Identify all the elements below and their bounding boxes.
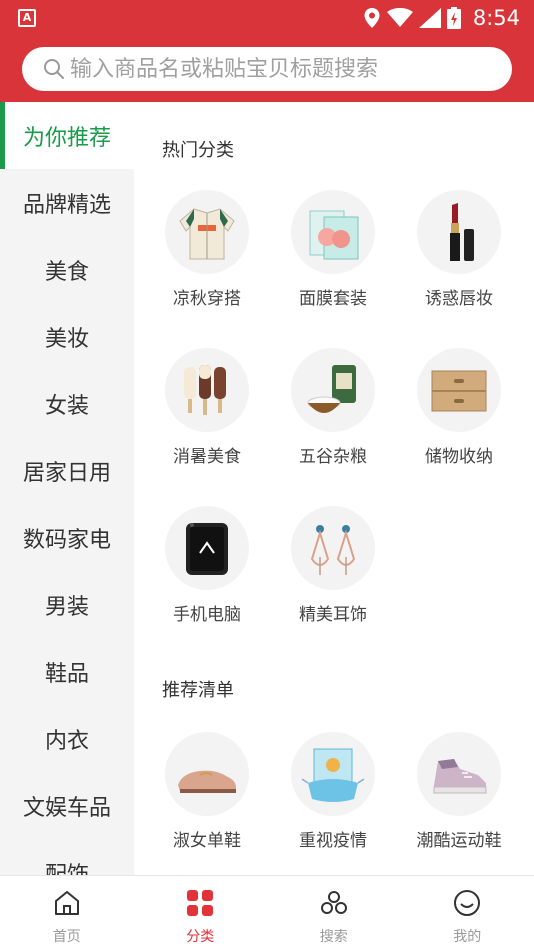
search-input[interactable] xyxy=(70,56,490,82)
sidebar-item-beauty[interactable]: 美妆 xyxy=(0,303,134,370)
tab-label: 我的 xyxy=(453,929,482,945)
profile-smile-icon xyxy=(454,890,481,916)
category-item[interactable]: 储物收纳 xyxy=(396,348,522,467)
category-content: 热门分类 凉秋穿搭 面膜套装 诱惑唇妆 消暑美食 五谷杂粮 储物收纳 手机电脑 … xyxy=(134,102,534,875)
category-item[interactable]: 淑女单鞋 xyxy=(144,732,270,851)
category-label: 诱惑唇妆 xyxy=(425,289,493,309)
sidebar-item-food[interactable]: 美食 xyxy=(0,236,134,303)
tab-search[interactable]: 搜索 xyxy=(267,876,401,950)
category-item[interactable]: 精美耳饰 xyxy=(270,506,396,625)
clock: 8:54 xyxy=(472,6,520,30)
tab-category[interactable]: 分类 xyxy=(134,876,268,950)
section-title-hot: 热门分类 xyxy=(162,140,234,161)
top-header: A 8:54 xyxy=(0,0,534,102)
section-title-recommend: 推荐清单 xyxy=(162,680,234,701)
sidebar-item-label: 品牌精选 xyxy=(22,192,111,218)
wifi-icon xyxy=(386,8,413,27)
category-item[interactable]: 重视疫情 xyxy=(270,732,396,851)
lipstick-icon xyxy=(417,190,501,274)
tab-profile[interactable]: 我的 xyxy=(401,876,534,950)
tab-home[interactable]: 首页 xyxy=(0,876,134,950)
rugged-phone-icon xyxy=(165,506,249,590)
category-grid-icon xyxy=(187,890,214,916)
search-icon xyxy=(44,59,64,79)
medical-mask-icon xyxy=(291,732,375,816)
location-icon xyxy=(364,8,380,28)
sidebar-item-household[interactable]: 居家日用 xyxy=(0,437,134,504)
category-label: 淑女单鞋 xyxy=(173,831,241,851)
sidebar-item-mens[interactable]: 男装 xyxy=(0,571,134,638)
category-item[interactable]: 面膜套装 xyxy=(270,190,396,309)
storage-drawer-icon xyxy=(417,348,501,432)
bottom-tab-bar: 首页 分类 搜索 我的 xyxy=(0,875,534,950)
sidebar-item-label: 女装 xyxy=(44,393,89,419)
category-label: 手机电脑 xyxy=(173,605,241,625)
sidebar-item-label: 男装 xyxy=(44,594,89,620)
category-item[interactable]: 诱惑唇妆 xyxy=(396,190,522,309)
sidebar-item-label: 居家日用 xyxy=(22,460,111,486)
category-label: 面膜套装 xyxy=(299,289,367,309)
sidebar-item-entertainment-auto[interactable]: 文娱车品 xyxy=(0,772,134,839)
rice-bag-icon xyxy=(291,348,375,432)
face-mask-box-icon xyxy=(291,190,375,274)
category-item[interactable]: 潮酷运动鞋 xyxy=(396,732,522,851)
jacket-icon xyxy=(165,190,249,274)
sneaker-icon xyxy=(417,732,501,816)
sidebar-item-label: 鞋品 xyxy=(44,661,89,687)
search-bar[interactable] xyxy=(22,47,512,91)
sidebar-item-underwear[interactable]: 内衣 xyxy=(0,705,134,772)
sidebar-item-label: 文娱车品 xyxy=(22,795,111,821)
category-label: 凉秋穿搭 xyxy=(173,289,241,309)
sidebar-item-brands[interactable]: 品牌精选 xyxy=(0,169,134,236)
tab-label: 首页 xyxy=(52,929,81,945)
category-item[interactable]: 凉秋穿搭 xyxy=(144,190,270,309)
sidebar-item-electronics[interactable]: 数码家电 xyxy=(0,504,134,571)
popsicle-icon xyxy=(165,348,249,432)
status-bar: A 8:54 xyxy=(0,0,534,36)
category-label: 消暑美食 xyxy=(173,447,241,467)
sidebar-item-label: 为你推荐 xyxy=(22,125,111,151)
sidebar-item-label: 数码家电 xyxy=(22,527,111,553)
tab-label: 分类 xyxy=(186,929,215,945)
sidebar-item-label: 内衣 xyxy=(44,728,89,754)
tab-label: 搜索 xyxy=(319,929,348,945)
status-icons: 8:54 xyxy=(363,4,520,32)
sidebar-item-label: 美妆 xyxy=(44,326,89,352)
category-label: 储物收纳 xyxy=(425,447,493,467)
sidebar-item-shoes[interactable]: 鞋品 xyxy=(0,638,134,705)
home-icon xyxy=(54,891,79,915)
category-label: 五谷杂粮 xyxy=(299,447,367,467)
signal-icon xyxy=(418,8,441,28)
app-notification-icon: A xyxy=(18,9,36,27)
category-label: 潮酷运动鞋 xyxy=(416,831,502,851)
battery-icon xyxy=(446,7,461,29)
search-circles-icon xyxy=(320,891,347,914)
category-item[interactable]: 五谷杂粮 xyxy=(270,348,396,467)
earrings-icon xyxy=(291,506,375,590)
sidebar-item-accessories[interactable]: 配饰 xyxy=(0,839,134,876)
loafer-icon xyxy=(165,732,249,816)
sidebar-item-recommended[interactable]: 为你推荐 xyxy=(0,102,134,169)
category-sidebar: 为你推荐 品牌精选 美食 美妆 女装 居家日用 数码家电 男装 鞋品 内衣 文娱… xyxy=(0,102,134,875)
category-item[interactable]: 手机电脑 xyxy=(144,506,270,625)
sidebar-item-womens[interactable]: 女装 xyxy=(0,370,134,437)
category-label: 重视疫情 xyxy=(299,831,367,851)
sidebar-item-label: 配饰 xyxy=(44,862,89,876)
category-label: 精美耳饰 xyxy=(299,605,367,625)
category-item[interactable]: 消暑美食 xyxy=(144,348,270,467)
sidebar-item-label: 美食 xyxy=(44,259,89,285)
